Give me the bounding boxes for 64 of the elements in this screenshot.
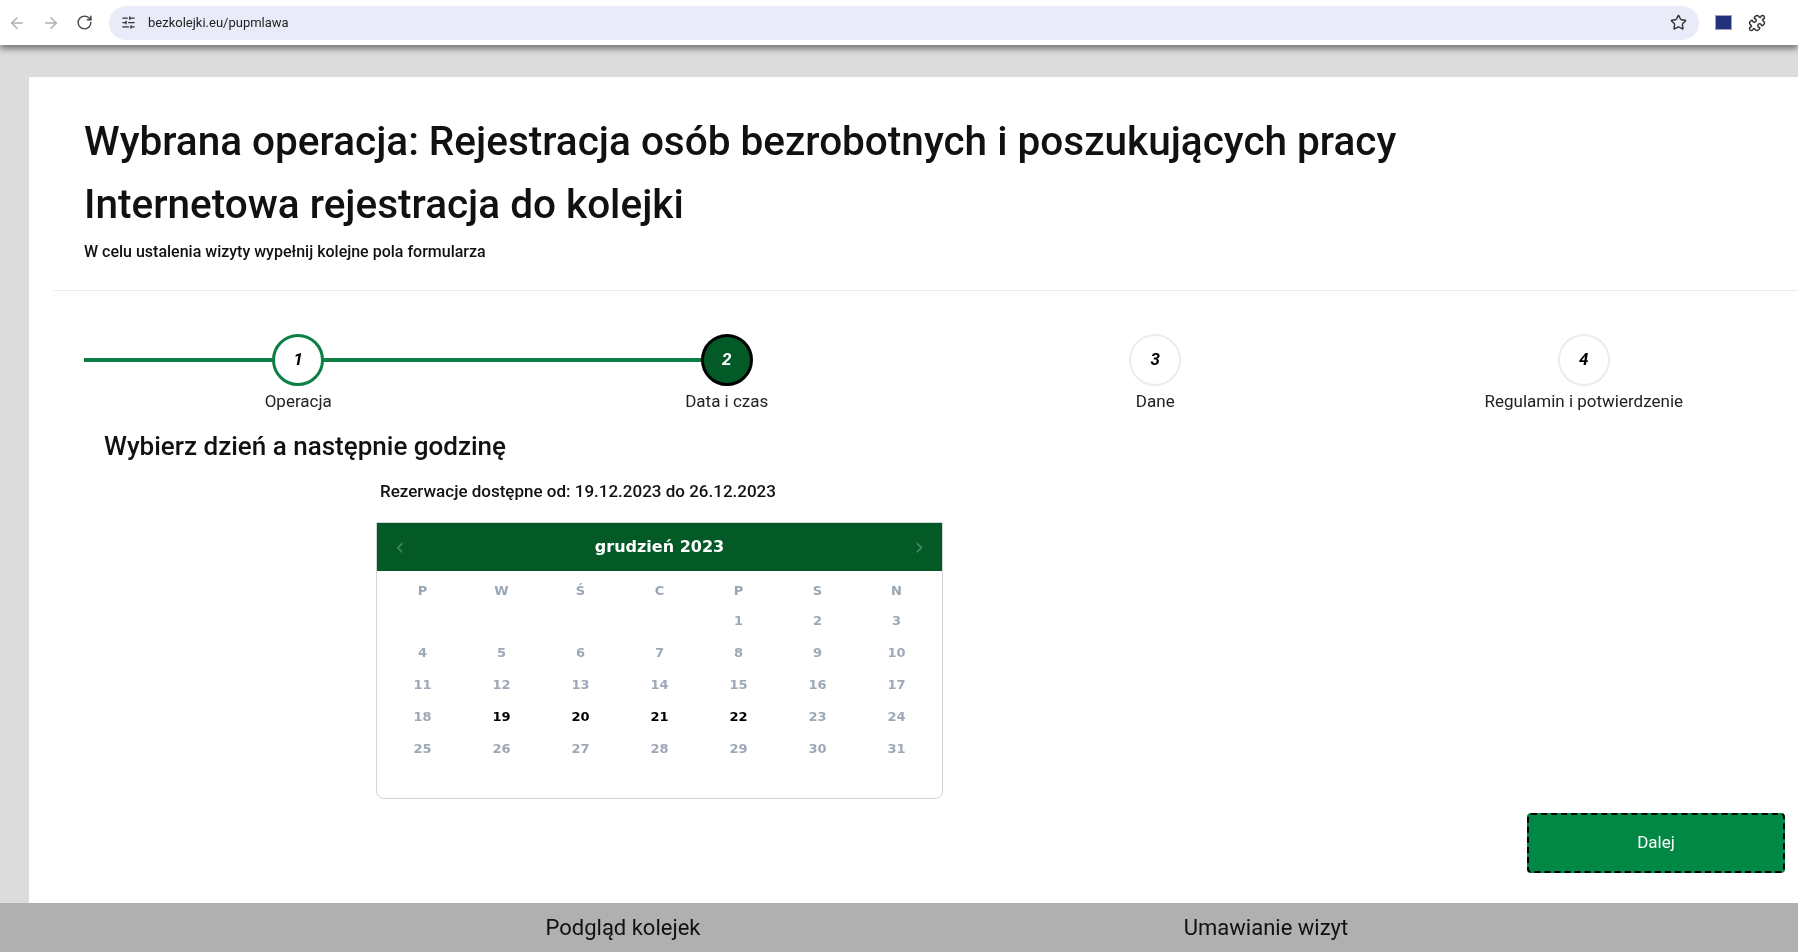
calendar-day[interactable]: 4 bbox=[413, 643, 431, 663]
weekday-label: S bbox=[812, 582, 823, 601]
bookmark-star-icon[interactable] bbox=[1670, 14, 1687, 31]
calendar-day[interactable]: 17 bbox=[883, 675, 910, 695]
extension-icon[interactable] bbox=[1715, 15, 1732, 30]
step-label: Operacja bbox=[264, 390, 332, 413]
weekday-label: C bbox=[654, 582, 665, 601]
calendar-day[interactable]: 8 bbox=[729, 643, 747, 663]
calendar-day[interactable]: 15 bbox=[725, 675, 752, 695]
calendar-day[interactable]: 25 bbox=[409, 739, 436, 759]
next-button[interactable]: Dalej bbox=[1527, 813, 1785, 873]
weekday-label: P bbox=[733, 582, 744, 601]
availability-text: Rezerwacje dostępne od: 19.12.2023 do 26.12.2023 bbox=[380, 479, 777, 503]
address-bar[interactable]: bezkolejki.eu/pupmlawa bbox=[109, 5, 1699, 40]
step-label: Regulamin i potwierdzenie bbox=[1484, 390, 1684, 413]
calendar-day[interactable]: 14 bbox=[646, 675, 673, 695]
calendar-day[interactable]: 7 bbox=[650, 643, 668, 663]
reload-icon[interactable] bbox=[76, 14, 93, 31]
calendar-day[interactable]: 31 bbox=[883, 739, 910, 759]
step-label: Data i czas bbox=[685, 390, 769, 413]
weekday-label: W bbox=[494, 582, 509, 601]
calendar-day[interactable]: 21 bbox=[646, 707, 673, 727]
step-number: 3 bbox=[1129, 334, 1182, 386]
calendar-day[interactable]: 20 bbox=[567, 707, 594, 727]
step-number: 4 bbox=[1557, 334, 1610, 386]
footer-link[interactable]: Umawianie wizyt bbox=[1183, 911, 1349, 944]
calendar-day[interactable]: 11 bbox=[409, 675, 436, 695]
calendar-day[interactable]: 16 bbox=[804, 675, 831, 695]
step-number: 2 bbox=[700, 334, 753, 386]
calendar-day[interactable]: 5 bbox=[492, 643, 510, 663]
calendar-day[interactable]: 26 bbox=[488, 739, 515, 759]
extensions-icon[interactable] bbox=[1748, 13, 1766, 32]
step-label: Dane bbox=[1135, 390, 1175, 413]
page-subtitle: Internetowa rejestracja do kolejki bbox=[84, 179, 685, 230]
calendar-day[interactable]: 10 bbox=[883, 643, 910, 663]
previous-month-button[interactable]: ‹ bbox=[395, 535, 405, 559]
weekday-label: N bbox=[891, 582, 902, 601]
calendar-day[interactable]: 12 bbox=[488, 675, 515, 695]
weekday-label: Ś bbox=[575, 582, 586, 601]
weekday-label: P bbox=[417, 582, 428, 601]
calendar-day[interactable]: 13 bbox=[567, 675, 594, 695]
form-hint: W celu ustalenia wizyty wypełnij kolejne pola formularza bbox=[84, 241, 487, 263]
section-title: Wybierz dzień a następnie godzinę bbox=[104, 429, 507, 463]
calendar-day[interactable]: 3 bbox=[887, 611, 905, 631]
next-month-button[interactable]: › bbox=[914, 535, 924, 559]
calendar-day[interactable]: 29 bbox=[725, 739, 752, 759]
calendar-day[interactable]: 22 bbox=[725, 707, 752, 727]
calendar-day[interactable]: 9 bbox=[808, 643, 826, 663]
calendar-day[interactable]: 30 bbox=[804, 739, 831, 759]
calendar-day[interactable]: 28 bbox=[646, 739, 673, 759]
calendar-day[interactable]: 18 bbox=[409, 707, 436, 727]
url-text: bezkolejki.eu/pupmlawa bbox=[148, 13, 290, 32]
calendar-day[interactable]: 27 bbox=[567, 739, 594, 759]
month-title: grudzień 2023 bbox=[594, 536, 725, 558]
calendar-day[interactable]: 2 bbox=[808, 611, 826, 631]
page-title: Wybrana operacja: Rejestracja osób bezrobotnych i poszukujących pracy bbox=[84, 116, 1398, 167]
calendar-day[interactable]: 1 bbox=[729, 611, 747, 631]
calendar-day[interactable]: 19 bbox=[488, 707, 515, 727]
calendar-day[interactable]: 24 bbox=[883, 707, 910, 727]
site-info-icon[interactable] bbox=[121, 15, 136, 30]
step-number: 1 bbox=[272, 334, 325, 386]
calendar-day[interactable]: 6 bbox=[571, 643, 589, 663]
calendar-day[interactable]: 23 bbox=[804, 707, 831, 727]
footer-link[interactable]: Podgląd kolejek bbox=[545, 911, 701, 944]
